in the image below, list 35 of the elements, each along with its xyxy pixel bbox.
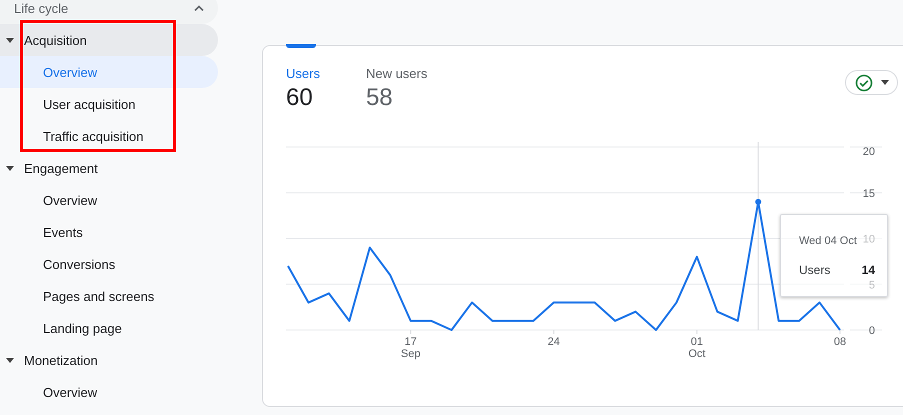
axis-label: 15: [862, 188, 875, 200]
sidebar-item[interactable]: Overview: [0, 376, 218, 408]
axis-label: 17 Sep: [400, 336, 420, 360]
axis-label: 5: [868, 279, 875, 292]
sidebar-section[interactable]: Engagement: [0, 152, 218, 184]
sidebar-item[interactable]: User acquisition: [0, 88, 218, 120]
section-label: Engagement: [24, 160, 98, 176]
tooltip-date: Wed 04 Oct: [799, 234, 857, 246]
metric-tab[interactable]: New users 58: [366, 66, 428, 112]
axis-label: 10: [862, 234, 875, 246]
sidebar-item[interactable]: Landing page: [0, 312, 218, 344]
sidebar-item[interactable]: Overview: [0, 184, 218, 216]
sidebar-item[interactable]: Events: [0, 216, 218, 248]
sidebar-item[interactable]: Conversions: [0, 248, 218, 280]
axis-label: 08: [834, 336, 846, 348]
sidebar-section[interactable]: Acquisition: [0, 24, 218, 56]
tooltip-value: 14: [862, 262, 875, 276]
compare-button[interactable]: [845, 70, 898, 95]
sidebar-header[interactable]: Life cycle: [0, 0, 218, 24]
axis-label: 24: [548, 336, 560, 348]
sidebar-item[interactable]: Pages and screens: [0, 280, 218, 312]
axis-label: 0: [868, 325, 875, 337]
axis-label: 20: [862, 146, 875, 158]
header-label: Life cycle: [14, 0, 68, 16]
section-label: Monetization: [24, 352, 98, 368]
tab-indicator: [286, 44, 316, 48]
caret-icon: [880, 80, 888, 85]
tooltip-label: Users: [799, 262, 830, 276]
sidebar-section[interactable]: Monetization: [0, 344, 218, 376]
sidebar-item[interactable]: Overview: [0, 56, 218, 88]
axis-label: 01 Oct: [688, 336, 706, 360]
metric-tab[interactable]: Users 60: [286, 66, 320, 112]
section-label: Acquisition: [24, 32, 87, 48]
sidebar-item[interactable]: Traffic acquisition: [0, 120, 218, 152]
data-point: [755, 198, 762, 205]
